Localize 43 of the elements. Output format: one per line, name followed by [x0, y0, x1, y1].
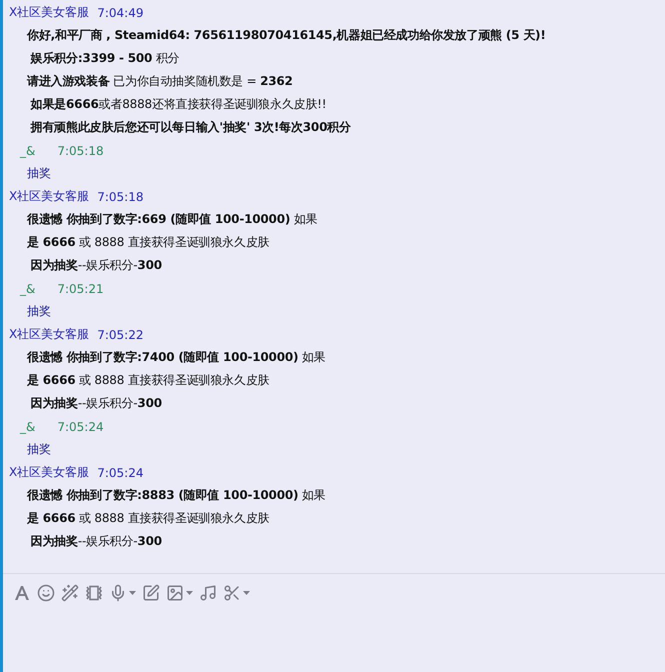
message-time: 7:05:22	[97, 328, 144, 342]
sender-name: X社区美女客服	[9, 4, 90, 21]
sender-name: X社区美女客服	[9, 464, 90, 481]
message-time: 7:05:24	[97, 466, 144, 480]
message-text: 娱乐积分:3399 - 500 积分	[29, 50, 180, 67]
message-time: 7:05:21	[57, 282, 104, 296]
magic-wand-icon[interactable]	[61, 584, 79, 602]
message-text: 是 6666 或 8888 直接获得圣诞驯狼永久皮肤	[26, 372, 270, 389]
sender-name: _&	[20, 282, 36, 296]
message-time: 7:05:18	[57, 144, 104, 158]
music-note-icon[interactable]	[199, 584, 217, 602]
message-text: 很遗憾 你抽到了数字:669 (随即值 100-10000) 如果	[26, 211, 318, 228]
message-time: 7:05:18	[97, 190, 144, 204]
message-text: 抽奖	[26, 303, 52, 320]
caret-icon[interactable]	[243, 590, 250, 596]
message-text: 请进入游戏装备 已为你自动抽奖随机数是 = 2362	[26, 73, 294, 90]
microphone-icon[interactable]	[109, 584, 127, 602]
edit-icon[interactable]	[142, 584, 160, 602]
vibrating-frame-icon[interactable]	[85, 584, 103, 602]
font-icon[interactable]	[13, 584, 31, 602]
message-time: 7:04:49	[97, 6, 144, 20]
message-text: 因为抽奖--娱乐积分-300	[30, 257, 163, 274]
scissors-icon[interactable]	[223, 584, 241, 602]
message-text: 因为抽奖--娱乐积分-300	[30, 533, 163, 550]
sender-name: X社区美女客服	[9, 188, 90, 205]
message-text: 因为抽奖--娱乐积分-300	[30, 395, 163, 412]
message-time: 7:05:24	[57, 420, 104, 434]
sender-name: _&	[20, 144, 36, 158]
message-text: 你好,和平厂商 , Steamid64: 76561198070416145,机器姐已经成功给你发放了顽熊 (5 天)!	[26, 27, 547, 44]
message-text: 抽奖	[26, 441, 52, 458]
message-text: 如果是6666或者8888还将直接获得圣诞驯狼永久皮肤!!	[30, 96, 328, 113]
sender-name: X社区美女客服	[9, 326, 90, 343]
image-icon[interactable]	[166, 584, 184, 602]
caret-icon[interactable]	[186, 590, 193, 596]
smiley-icon[interactable]	[37, 584, 55, 602]
message-text: 拥有顽熊此皮肤后您还可以每日输入'抽奖' 3次!每次300积分	[29, 119, 352, 136]
message-text: 是 6666 或 8888 直接获得圣诞驯狼永久皮肤	[26, 234, 270, 251]
message-text: 很遗憾 你抽到了数字:7400 (随即值 100-10000) 如果	[26, 349, 326, 366]
message-text: 是 6666 或 8888 直接获得圣诞驯狼永久皮肤	[26, 510, 270, 527]
message-text: 抽奖	[26, 165, 52, 182]
caret-icon[interactable]	[129, 590, 136, 596]
sender-name: _&	[20, 420, 36, 434]
message-text: 很遗憾 你抽到了数字:8883 (随即值 100-10000) 如果	[26, 487, 326, 504]
